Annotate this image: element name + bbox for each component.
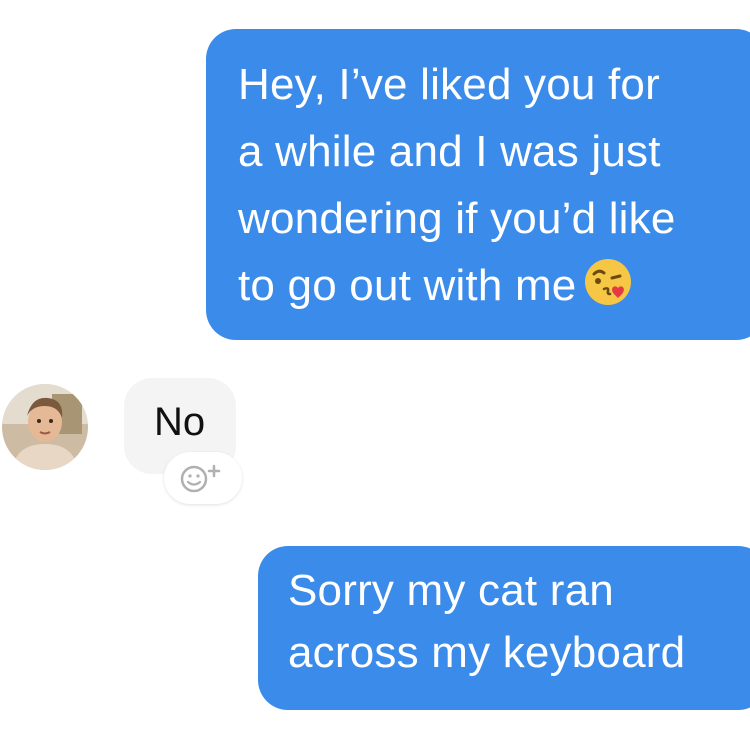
message-line-last: to go out with me	[238, 252, 746, 319]
face-blowing-kiss-icon	[582, 256, 634, 308]
message-line: wondering if you’d like	[238, 194, 676, 243]
outgoing-message-bubble[interactable]: Sorry my cat ran across my keyboard	[258, 546, 750, 710]
add-reaction-icon	[180, 464, 221, 493]
outgoing-message-bubble[interactable]: Hey, I’ve liked you for a while and I wa…	[206, 29, 750, 340]
message-line: a while and I was just	[238, 127, 661, 176]
add-reaction-button[interactable]	[164, 452, 242, 504]
contact-avatar[interactable]	[2, 384, 88, 470]
message-line: Hey, I’ve liked you for	[238, 60, 660, 109]
message-thread: Hey, I’ve liked you for a while and I wa…	[0, 0, 750, 729]
message-line: Sorry my cat ran	[288, 566, 614, 615]
incoming-message-text: No	[154, 400, 206, 444]
contact-avatar-photo	[2, 384, 88, 470]
message-line-text: to go out with me	[238, 261, 577, 310]
message-line: across my keyboard	[288, 628, 686, 677]
